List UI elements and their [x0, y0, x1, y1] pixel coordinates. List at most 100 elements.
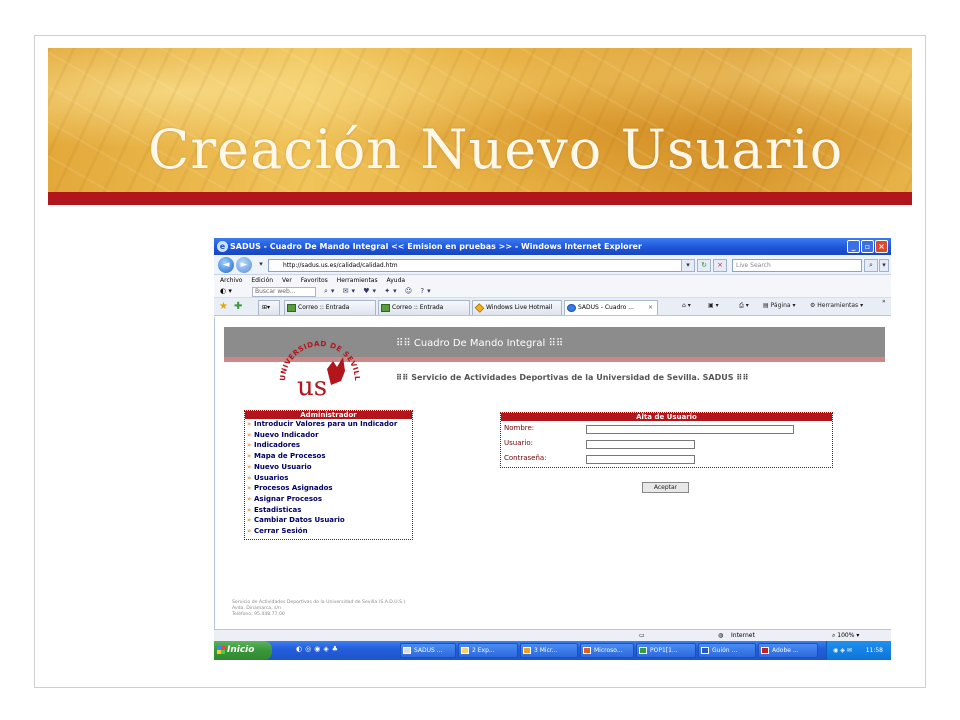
menu-ver[interactable]: Ver: [282, 277, 292, 284]
admin-link-introducir-valores[interactable]: Introducir Valores para un Indicador: [245, 419, 412, 430]
live-search-input[interactable]: Live Search: [732, 259, 862, 272]
tab-correo-2[interactable]: Correo :: Entrada: [378, 300, 470, 315]
nombre-field[interactable]: [586, 425, 794, 434]
menu-edicion[interactable]: Edición: [251, 277, 273, 284]
folder-icon: [461, 647, 469, 654]
window-titlebar: e SADUS - Cuadro De Mando Integral << Em…: [214, 238, 891, 255]
admin-menu-title: Administrador: [245, 411, 412, 419]
address-dropdown-icon[interactable]: ▾: [681, 259, 695, 272]
form-title: Alta de Usuario: [501, 413, 832, 421]
usuario-label: Usuario:: [504, 439, 533, 447]
alta-usuario-form: Alta de Usuario Nombre: Usuario: Contras…: [500, 412, 833, 468]
university-logo: UNIVERSIDAD DE SEVILLA us: [275, 329, 362, 399]
tab-hotmail[interactable]: Windows Live Hotmail: [472, 300, 562, 315]
task-pop1[interactable]: POP1[1...: [636, 643, 696, 658]
menu-favoritos[interactable]: Favoritos: [301, 277, 328, 284]
maximize-icon[interactable]: ▫: [861, 240, 874, 253]
toolbar-icons[interactable]: ⌕▾ ✉▾ ♥▾ ✦▾ ☺ ?▾: [324, 287, 434, 296]
add-favorite-icon[interactable]: ✚: [234, 301, 242, 312]
search-options-icon[interactable]: ▾: [879, 259, 889, 272]
admin-link-cambiar-datos[interactable]: Cambiar Datos Usuario: [245, 515, 412, 526]
mail-icon: [287, 304, 296, 312]
admin-link-indicadores[interactable]: Indicadores: [245, 440, 412, 451]
history-dropdown-icon[interactable]: ▾: [254, 259, 268, 272]
site-subtitle: ⠿⠿ Servicio de Actividades Deportivas de…: [396, 373, 749, 382]
slide-title: Creación Nuevo Usuario: [148, 118, 844, 181]
search-icon[interactable]: ⌕: [864, 259, 878, 272]
logo-figure-icon: [327, 357, 345, 385]
web-page: ⠿⠿ Cuadro De Mando Integral ⠿⠿ UNIVERSID…: [214, 317, 891, 629]
tools-menu[interactable]: ⚙ Herramientas ▾: [810, 302, 863, 309]
menu-bar: Archivo Edición Ver Favoritos Herramient…: [214, 275, 891, 286]
powerpoint-icon: [583, 647, 591, 654]
ie-icon: e: [217, 241, 228, 252]
windows-flag-icon: [217, 646, 225, 654]
close-icon[interactable]: ×: [875, 240, 888, 253]
home-icon[interactable]: ⌂ ▾: [682, 302, 691, 309]
task-sadus[interactable]: SADUS ...: [400, 643, 456, 658]
back-icon[interactable]: ◄: [218, 257, 234, 273]
admin-link-nuevo-usuario[interactable]: Nuevo Usuario: [245, 462, 412, 473]
hotmail-icon: [474, 303, 485, 313]
print-icon[interactable]: ⎙ ▾: [739, 302, 749, 310]
status-page-icon: ▭: [639, 632, 645, 639]
quick-launch-icons[interactable]: ◐◎◉◈♣: [296, 645, 341, 653]
close-tab-icon[interactable]: ×: [648, 301, 653, 315]
minimize-icon[interactable]: _: [847, 240, 860, 253]
clock: 11:58: [865, 647, 883, 654]
tray-icons[interactable]: ◉◈✉: [833, 641, 854, 660]
site-footer: Servicio de Actividades Deportivas de la…: [232, 600, 406, 617]
system-tray: ◉◈✉ 11:58: [826, 641, 891, 660]
logo-letters: us: [297, 372, 327, 399]
admin-link-asignar-procesos[interactable]: Asignar Procesos: [245, 494, 412, 505]
window-title: SADUS - Cuadro De Mando Integral << Emis…: [230, 242, 642, 251]
feeds-icon[interactable]: ▣ ▾: [708, 302, 719, 309]
task-explorer[interactable]: 2 Exp...: [458, 643, 518, 658]
image-icon: [639, 647, 647, 654]
task-adobe[interactable]: Adobe ...: [758, 643, 818, 658]
search-toolbar: ◐ ▾ Buscar web... ⌕▾ ✉▾ ♥▾ ✦▾ ☺ ?▾: [214, 286, 891, 298]
more-commands-icon[interactable]: »: [882, 298, 886, 305]
toolbar-logo-icon: ◐ ▾: [220, 287, 232, 295]
office-icon: [523, 647, 531, 654]
zoom-level[interactable]: ⌕ 100% ▾: [832, 630, 859, 641]
status-bar: ▭ ◍ Internet ⌕ 100% ▾: [214, 629, 891, 641]
refresh-icon[interactable]: ↻: [697, 259, 711, 272]
banner-red-bar: [48, 192, 912, 205]
address-input[interactable]: http://sadus.us.es/calidad/calidad.htm: [268, 259, 692, 272]
admin-link-cerrar-sesion[interactable]: Cerrar Sesión: [245, 526, 412, 537]
menu-archivo[interactable]: Archivo: [220, 277, 242, 284]
admin-link-nuevo-indicador[interactable]: Nuevo Indicador: [245, 430, 412, 441]
tab-bar: ★ ✚ ⊞▾ Correo :: Entrada Correo :: Entra…: [214, 298, 891, 316]
word-icon: [701, 647, 709, 654]
task-microsoft[interactable]: Microso...: [580, 643, 634, 658]
aceptar-button[interactable]: Aceptar: [642, 482, 689, 493]
address-bar: ◄ ► ▾ http://sadus.us.es/calidad/calidad…: [214, 255, 891, 275]
task-guion[interactable]: Guión ...: [698, 643, 756, 658]
quick-tabs-icon[interactable]: ⊞▾: [258, 300, 280, 315]
zone-globe-icon: ◍: [718, 632, 724, 639]
menu-ayuda[interactable]: Ayuda: [387, 277, 406, 284]
tab-sadus[interactable]: SADUS - Cuadro ... ×: [564, 300, 658, 315]
stop-icon[interactable]: ×: [713, 259, 727, 272]
start-button[interactable]: Inicio: [214, 641, 272, 660]
site-title: ⠿⠿ Cuadro De Mando Integral ⠿⠿: [396, 338, 564, 349]
admin-link-mapa-procesos[interactable]: Mapa de Procesos: [245, 451, 412, 462]
favorites-star-icon[interactable]: ★: [219, 301, 228, 312]
screenshot: e SADUS - Cuadro De Mando Integral << Em…: [214, 238, 891, 660]
security-zone: Internet: [731, 632, 755, 639]
web-search-field[interactable]: Buscar web...: [252, 287, 316, 297]
admin-link-estadisticas[interactable]: Estadisticas: [245, 505, 412, 516]
page-menu[interactable]: ▤ Página ▾: [763, 302, 795, 309]
task-microsoft-group[interactable]: 3 Micr...: [520, 643, 578, 658]
admin-link-procesos-asignados[interactable]: Procesos Asignados: [245, 483, 412, 494]
taskbar: Inicio ◐◎◉◈♣ SADUS ... 2 Exp... 3 Micr..…: [214, 641, 891, 660]
contrasena-field[interactable]: [586, 455, 695, 464]
usuario-field[interactable]: [586, 440, 695, 449]
tab-correo-1[interactable]: Correo :: Entrada: [284, 300, 376, 315]
forward-icon[interactable]: ►: [236, 257, 252, 273]
adobe-icon: [761, 647, 769, 654]
menu-herramientas[interactable]: Herramientas: [337, 277, 378, 284]
nombre-label: Nombre:: [504, 424, 535, 432]
admin-link-usuarios[interactable]: Usuarios: [245, 473, 412, 484]
